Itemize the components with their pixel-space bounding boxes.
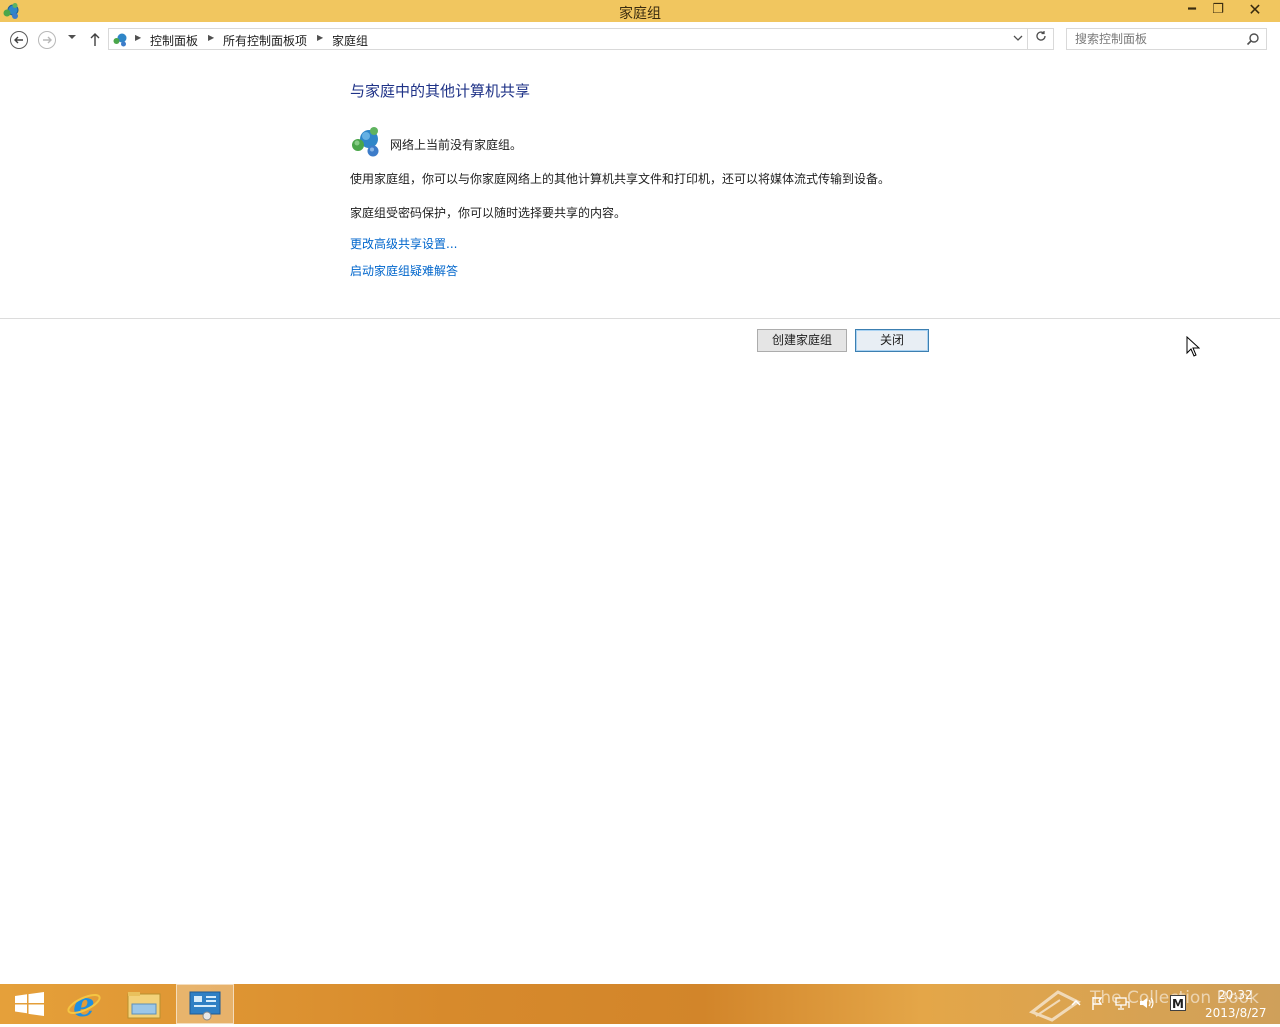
troubleshoot-link[interactable]: 启动家庭组疑难解答	[350, 262, 458, 279]
control-panel-icon	[189, 991, 221, 1021]
minimize-button[interactable]: ━	[1180, 0, 1204, 20]
password-note-text: 家庭组受密码保护，你可以随时选择要共享的内容。	[350, 206, 627, 220]
folder-icon	[127, 992, 161, 1019]
create-homegroup-button[interactable]: 创建家庭组	[757, 329, 847, 352]
recent-locations-button[interactable]	[66, 32, 78, 46]
control-panel-icon	[113, 33, 127, 47]
chevron-right-icon[interactable]: ▶	[135, 33, 141, 42]
advanced-sharing-link[interactable]: 更改高级共享设置...	[350, 235, 457, 252]
volume-icon[interactable]	[1138, 995, 1154, 1011]
address-dropdown-button[interactable]	[1013, 32, 1023, 47]
status-text: 网络上当前没有家庭组。	[390, 138, 523, 152]
restore-button[interactable]: ❐	[1206, 0, 1230, 20]
breadcrumb-control-panel[interactable]: 控制面板	[150, 32, 198, 49]
control-panel-taskbar-button[interactable]	[176, 984, 234, 1024]
chevron-right-icon[interactable]: ▶	[317, 33, 323, 42]
clock-time[interactable]: 20:32	[1218, 988, 1253, 1002]
up-button[interactable]	[87, 31, 103, 49]
address-bar[interactable]: ▶ 控制面板 ▶ 所有控制面板项 ▶ 家庭组	[108, 28, 1028, 50]
forward-button[interactable]	[38, 31, 56, 49]
title-bar: 家庭组 ━ ❐ ✕	[0, 0, 1280, 22]
forward-arrow-icon	[43, 36, 52, 44]
homegroup-icon	[352, 127, 379, 157]
close-button[interactable]: 关闭	[855, 329, 929, 352]
refresh-button[interactable]	[1028, 28, 1054, 50]
refresh-icon	[1035, 31, 1046, 41]
breadcrumb-homegroup[interactable]: 家庭组	[332, 32, 368, 49]
start-button[interactable]	[4, 984, 56, 1024]
close-window-button[interactable]: ✕	[1232, 0, 1278, 20]
divider	[0, 318, 1280, 319]
input-method-icon[interactable]: M	[1170, 995, 1186, 1011]
chevron-right-icon[interactable]: ▶	[208, 33, 214, 42]
action-center-flag-icon[interactable]	[1090, 995, 1106, 1011]
show-hidden-icons-icon[interactable]	[1068, 995, 1084, 1011]
window-title: 家庭组	[619, 6, 661, 22]
search-icon[interactable]	[1246, 32, 1260, 46]
internet-explorer-button[interactable]: e	[58, 984, 110, 1025]
windows-logo-icon	[15, 992, 44, 1016]
page-title: 与家庭中的其他计算机共享	[350, 82, 531, 100]
search-input[interactable]	[1067, 29, 1245, 49]
breadcrumb-all-items[interactable]: 所有控制面板项	[223, 32, 307, 49]
navigation-bar: ▶ 控制面板 ▶ 所有控制面板项 ▶ 家庭组	[0, 22, 1280, 58]
network-icon[interactable]	[1114, 995, 1130, 1011]
mouse-cursor-icon	[1186, 336, 1200, 357]
chevron-down-icon	[68, 35, 76, 39]
file-explorer-button[interactable]	[118, 984, 170, 1024]
clock-date[interactable]: 2013/8/27	[1205, 1006, 1267, 1020]
up-arrow-icon	[90, 33, 100, 46]
back-button[interactable]	[10, 31, 28, 49]
back-arrow-icon	[14, 36, 23, 44]
taskbar: e The Collection Book M 20:32 2013/8/27	[0, 984, 1280, 1025]
description-text: 使用家庭组，你可以与你家庭网络上的其他计算机共享文件和打印机，还可以将媒体流式传…	[350, 172, 891, 186]
search-box[interactable]	[1066, 28, 1267, 50]
internet-explorer-icon: e	[67, 985, 101, 1025]
svg-text:e: e	[73, 985, 95, 1024]
chevron-down-icon	[1013, 35, 1023, 41]
svg-text:M: M	[1172, 997, 1184, 1011]
